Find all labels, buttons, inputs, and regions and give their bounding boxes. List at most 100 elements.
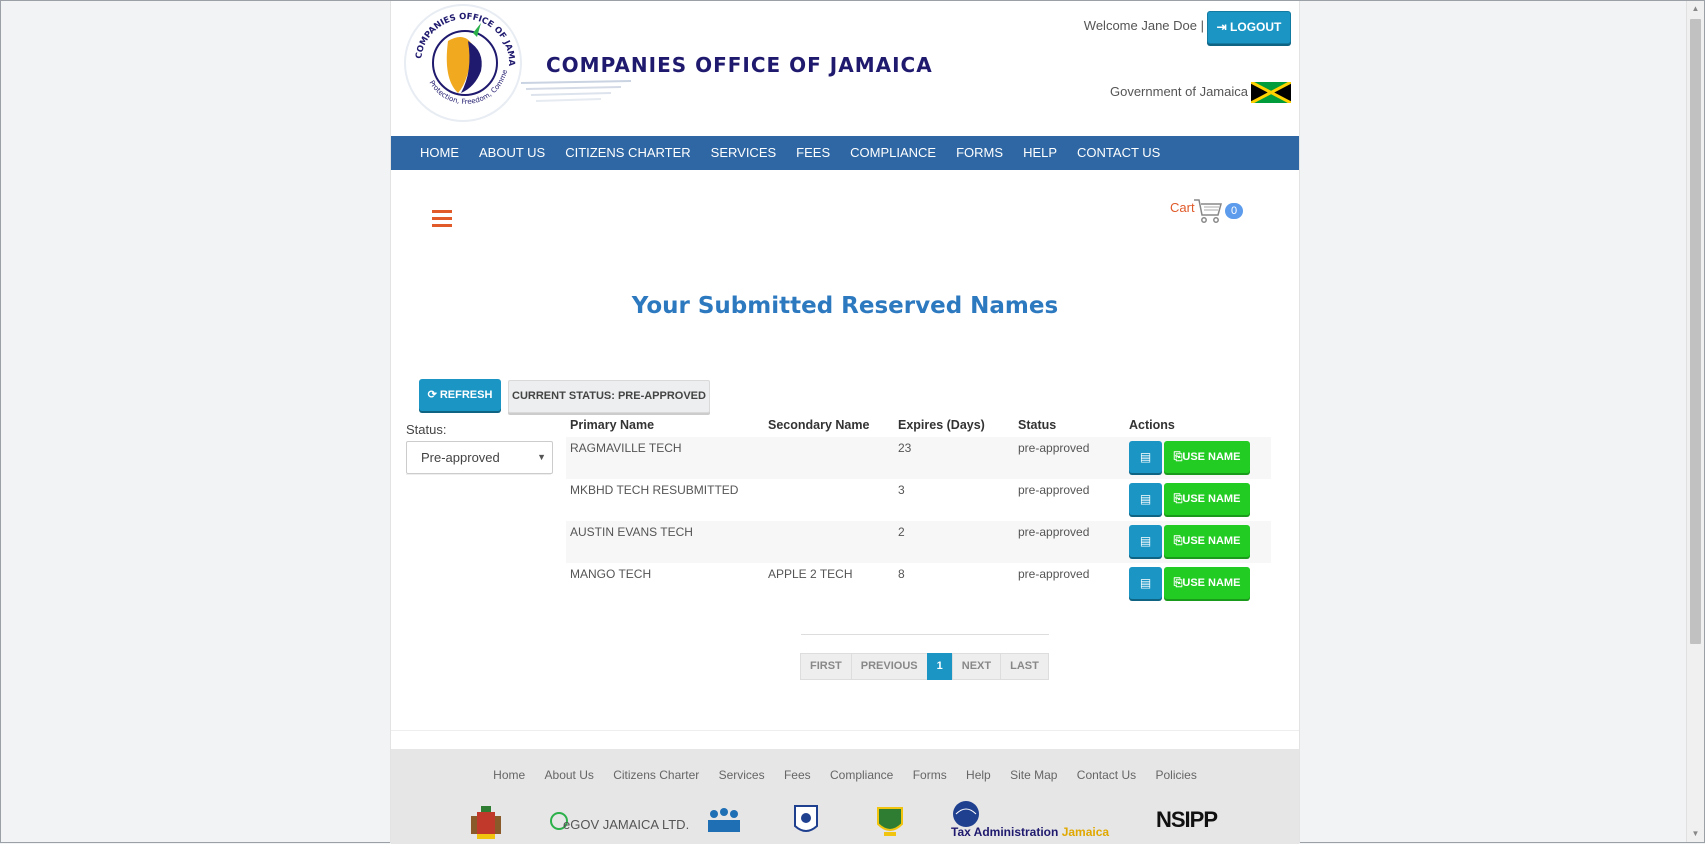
cart-label[interactable]: Cart	[1170, 200, 1195, 215]
refresh-icon: ⟳	[427, 389, 437, 401]
view-document-button[interactable]: ▤	[1129, 525, 1162, 557]
footer-link-about-us[interactable]: About Us	[545, 768, 594, 782]
refresh-button[interactable]: ⟳ REFRESH	[419, 379, 501, 411]
actions-cell: ▤ ⎘USE NAME	[1125, 563, 1271, 605]
status-cell: pre-approved	[1018, 483, 1090, 497]
use-name-button[interactable]: ⎘USE NAME	[1164, 483, 1250, 515]
view-document-button[interactable]: ▤	[1129, 441, 1162, 473]
footer-link-help[interactable]: Help	[966, 768, 991, 782]
main-navigation: HOME ABOUT US CITIZENS CHARTER SERVICES …	[391, 136, 1299, 170]
jamaica-flag-icon[interactable]	[1251, 82, 1291, 103]
nav-forms[interactable]: FORMS	[946, 136, 1013, 170]
use-name-label: USE NAME	[1182, 535, 1241, 547]
footer-link-contact-us[interactable]: Contact Us	[1077, 768, 1136, 782]
use-name-button[interactable]: ⎘USE NAME	[1164, 567, 1250, 599]
pagination-next[interactable]: NEXT	[951, 653, 1002, 680]
cart-count-badge: 0	[1225, 203, 1243, 219]
use-name-label: USE NAME	[1182, 577, 1241, 589]
hamburger-menu-icon[interactable]	[432, 210, 452, 228]
shopping-cart-icon[interactable]	[1193, 197, 1223, 225]
table-row: MANGO TECH APPLE 2 TECH 8 pre-approved ▤…	[566, 563, 1271, 605]
site-footer: Home About Us Citizens Charter Services …	[391, 749, 1299, 844]
footer-link-policies[interactable]: Policies	[1155, 768, 1196, 782]
expires-cell: 8	[898, 567, 905, 581]
scroll-thumb[interactable]	[1690, 19, 1701, 644]
column-header-primary-name: Primary Name	[570, 418, 655, 432]
egov-jamaica-logo[interactable]: eGOV JAMAICA LTD.	[563, 817, 689, 832]
status-filter-select[interactable]: Pre-approved ▼	[406, 441, 553, 474]
page-container: COMPANIES OFFICE OF JAMAICA Protection, …	[390, 1, 1300, 844]
government-label: Government of Jamaica	[1109, 84, 1248, 99]
status-cell: pre-approved	[1014, 437, 1125, 479]
pagination-first[interactable]: FIRST	[800, 653, 852, 680]
table-row: AUSTIN EVANS TECH 2 pre-approved ▤ ⎘USE N…	[566, 521, 1271, 563]
use-name-label: USE NAME	[1182, 451, 1241, 463]
document-icon: ▤	[1139, 534, 1152, 548]
nav-contact-us[interactable]: CONTACT US	[1067, 136, 1170, 170]
nav-citizens-charter[interactable]: CITIZENS CHARTER	[555, 136, 700, 170]
column-header-secondary-name: Secondary Name	[768, 418, 870, 432]
logout-icon: ⇥	[1216, 20, 1227, 34]
welcome-text: Welcome Jane Doe |	[1083, 18, 1204, 33]
actions-cell: ▤ ⎘USE NAME	[1125, 521, 1271, 563]
use-name-button[interactable]: ⎘USE NAME	[1164, 525, 1250, 557]
shield-agency-logo[interactable]	[793, 804, 819, 838]
page-title: Your Submitted Reserved Names	[631, 293, 1059, 319]
footer-link-citizens-charter[interactable]: Citizens Charter	[613, 768, 699, 782]
primary-name-cell: AUSTIN EVANS TECH	[566, 521, 764, 563]
dropdown-caret-icon: ▼	[537, 452, 546, 462]
actions-cell: ▤ ⎘USE NAME	[1125, 437, 1271, 479]
footer-link-forms[interactable]: Forms	[913, 768, 947, 782]
footer-links: Home About Us Citizens Charter Services …	[391, 768, 1299, 782]
secondary-name-cell	[764, 437, 894, 479]
scroll-down-arrow-icon[interactable]: ▼	[1687, 826, 1704, 842]
pagination: FIRST PREVIOUS 1 NEXT LAST	[800, 634, 1049, 680]
secondary-name-cell	[764, 479, 894, 521]
current-status-button[interactable]: CURRENT STATUS: PRE-APPROVED	[508, 380, 710, 413]
footer-link-compliance[interactable]: Compliance	[830, 768, 893, 782]
view-document-button[interactable]: ▤	[1129, 483, 1162, 515]
secondary-name-cell	[764, 521, 894, 563]
nav-services[interactable]: SERVICES	[701, 136, 787, 170]
companies-office-seal-logo[interactable]: COMPANIES OFFICE OF JAMAICA Protection, …	[403, 1, 525, 131]
crest-agency-logo[interactable]	[876, 804, 904, 838]
nsipp-logo[interactable]: NSIPP	[1156, 807, 1218, 833]
footer-link-services[interactable]: Services	[719, 768, 765, 782]
pagination-last[interactable]: LAST	[1000, 653, 1049, 680]
nav-fees[interactable]: FEES	[786, 136, 840, 170]
brand-name: COMPANIES OFFICE OF JAMAICA	[546, 53, 933, 77]
heart-nta-logo[interactable]	[704, 804, 744, 838]
filter-panel-divider	[406, 474, 551, 475]
pagination-page-current[interactable]: 1	[926, 653, 953, 680]
scroll-up-arrow-icon[interactable]: ▲	[1687, 1, 1704, 17]
column-header-status: Status	[1018, 418, 1057, 432]
column-header-actions: Actions	[1129, 418, 1175, 432]
document-icon: ▤	[1139, 450, 1152, 464]
nav-about-us[interactable]: ABOUT US	[469, 136, 555, 170]
primary-name-cell: MKBHD TECH RESUBMITTED	[570, 483, 739, 497]
pagination-previous[interactable]: PREVIOUS	[850, 653, 928, 680]
footer-link-home[interactable]: Home	[493, 768, 525, 782]
view-document-button[interactable]: ▤	[1129, 567, 1162, 599]
table-row: RAGMAVILLE TECH 23 pre-approved ▤ ⎘USE NA…	[566, 437, 1271, 479]
status-cell: pre-approved	[1018, 567, 1090, 581]
nav-help[interactable]: HELP	[1013, 136, 1067, 170]
footer-link-site-map[interactable]: Site Map	[1010, 768, 1057, 782]
footer-link-fees[interactable]: Fees	[784, 768, 811, 782]
use-name-label: USE NAME	[1182, 493, 1241, 505]
jamaica-coat-of-arms-logo[interactable]	[467, 804, 505, 844]
logout-label: LOGOUT	[1230, 20, 1282, 34]
document-icon: ▤	[1139, 576, 1152, 590]
column-header-expires: Expires (Days)	[898, 418, 985, 432]
vertical-scrollbar[interactable]: ▲ ▼	[1686, 1, 1704, 842]
expires-cell: 23	[894, 437, 1014, 479]
tax-administration-logo[interactable]: Tax Administration Jamaica	[951, 825, 1109, 839]
logout-button[interactable]: ⇥ LOGOUT	[1207, 11, 1291, 44]
document-icon: ▤	[1139, 492, 1152, 506]
status-filter-value: Pre-approved	[421, 450, 500, 465]
table-header-row: Primary Name Secondary Name Expires (Day…	[566, 413, 1271, 437]
footer-divider	[391, 730, 1299, 731]
nav-compliance[interactable]: COMPLIANCE	[840, 136, 946, 170]
use-name-button[interactable]: ⎘USE NAME	[1164, 441, 1250, 473]
nav-home[interactable]: HOME	[410, 136, 469, 170]
